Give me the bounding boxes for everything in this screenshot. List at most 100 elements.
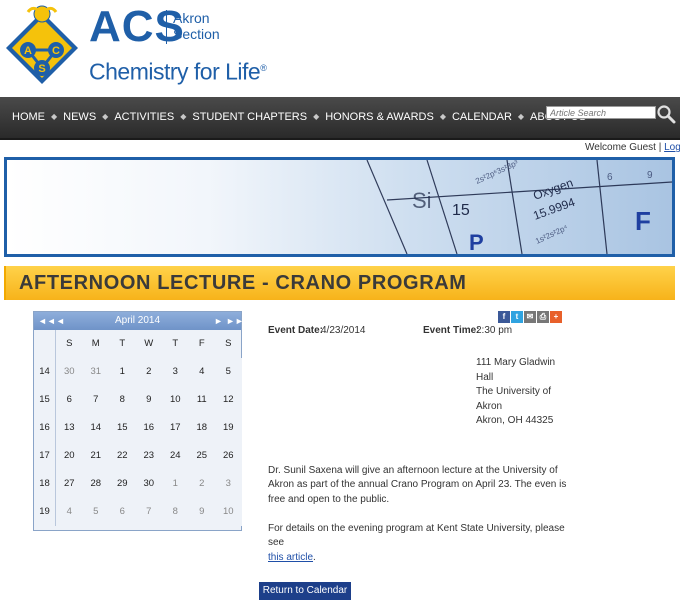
- twitter-icon[interactable]: t: [511, 311, 523, 323]
- calendar-day-selected[interactable]: 23: [135, 442, 162, 470]
- calendar-day[interactable]: 20: [56, 442, 83, 470]
- share-plus-icon[interactable]: +: [550, 311, 562, 323]
- calendar-day[interactable]: 7: [135, 498, 162, 526]
- day-header-saturday: S: [225, 338, 232, 349]
- email-icon[interactable]: ✉: [524, 311, 536, 323]
- calendar-day[interactable]: 30: [56, 358, 83, 386]
- this-article-link[interactable]: this article: [268, 552, 313, 563]
- week-number: 16: [34, 414, 56, 442]
- nav-item-student-chapters[interactable]: STUDENT CHAPTERS: [186, 97, 313, 137]
- calendar-day[interactable]: 10: [162, 386, 189, 414]
- nav-list: HOME ◆ NEWS ◆ ACTIVITIES ◆ STUDENT CHAPT…: [6, 97, 592, 137]
- nav-item-activities[interactable]: ACTIVITIES: [108, 97, 180, 137]
- calendar-day[interactable]: 26: [215, 442, 242, 470]
- emblem-letter-c: C: [52, 45, 60, 57]
- calendar-day[interactable]: 5: [215, 358, 242, 386]
- calendar-day[interactable]: 3: [215, 470, 242, 498]
- day-header-monday: M: [91, 338, 100, 349]
- page-title: AFTERNOON LECTURE - CRANO PROGRAM: [19, 272, 467, 294]
- acs-emblem-logo[interactable]: A C S: [4, 4, 80, 88]
- emblem-letter-s: S: [38, 63, 45, 75]
- calendar-day[interactable]: 25: [188, 442, 215, 470]
- return-to-calendar-button[interactable]: Return to Calendar: [259, 582, 351, 600]
- calendar-day[interactable]: 8: [109, 386, 136, 414]
- calendar-day[interactable]: 14: [82, 414, 109, 442]
- day-header-sunday: S: [66, 338, 73, 349]
- calendar-day[interactable]: 6: [56, 386, 83, 414]
- calendar-day[interactable]: 12: [215, 386, 242, 414]
- calendar-day[interactable]: 10: [215, 498, 242, 526]
- nav-item-news[interactable]: NEWS: [57, 97, 102, 137]
- week-number: 18: [34, 470, 56, 498]
- calendar-day[interactable]: 24: [162, 442, 189, 470]
- svg-text:1s²2s²2p⁴: 1s²2s²2p⁴: [534, 223, 570, 246]
- week-number: 15: [34, 386, 56, 414]
- banner-text-p: P: [469, 230, 484, 254]
- calendar-day[interactable]: 2: [188, 470, 215, 498]
- print-icon[interactable]: ⎙: [537, 311, 549, 323]
- calendar-day[interactable]: 9: [188, 498, 215, 526]
- emblem-letter-a: A: [24, 45, 32, 57]
- calendar-week-row: 19 4 5 6 7 8 9 10: [34, 498, 242, 526]
- calendar-day[interactable]: 27: [56, 470, 83, 498]
- calendar-day[interactable]: 13: [56, 414, 83, 442]
- calendar-day[interactable]: 4: [56, 498, 83, 526]
- calendar-month-label[interactable]: April 2014: [34, 313, 241, 329]
- event-date-label: Event Date:: [268, 325, 324, 336]
- calendar-day[interactable]: 30: [135, 470, 162, 498]
- calendar-day[interactable]: 22: [109, 442, 136, 470]
- calendar-day[interactable]: 3: [162, 358, 189, 386]
- page-title-bar: AFTERNOON LECTURE - CRANO PROGRAM: [4, 266, 675, 300]
- logo-tagline: Chemistry for Life®: [89, 54, 267, 86]
- address-line: 111 Mary Gladwin: [476, 357, 556, 368]
- banner-image: Si 15 Oxygen 15.9994 P F 2s²2p⁶3s²3p³ 1s…: [4, 157, 675, 257]
- event-details-note: For details on the evening program at Ke…: [268, 522, 573, 565]
- periodic-table-banner-graphic: Si 15 Oxygen 15.9994 P F 2s²2p⁶3s²3p³ 1s…: [366, 160, 672, 254]
- banner-text-si: Si: [412, 188, 432, 213]
- calendar-day[interactable]: 17: [162, 414, 189, 442]
- banner-text-f: F: [635, 206, 651, 236]
- nav-item-honors-awards[interactable]: HONORS & AWARDS: [319, 97, 440, 137]
- next-year-icon[interactable]: ►►: [226, 314, 244, 328]
- logo-acs-text[interactable]: ACS: [89, 2, 185, 52]
- calendar-day[interactable]: 6: [109, 498, 136, 526]
- registered-mark: ®: [260, 63, 267, 73]
- calendar-day[interactable]: 18: [188, 414, 215, 442]
- next-month-icon[interactable]: ►: [214, 314, 223, 328]
- calendar-grid: S M T W T F S 14 30 31 1 2 3 4 5 15 6 7 8 9 10 11 12 16 1…: [34, 330, 242, 526]
- search-icon[interactable]: [656, 104, 676, 124]
- calendar-day[interactable]: 21: [82, 442, 109, 470]
- calendar-week-row: 14 30 31 1 2 3 4 5: [34, 358, 242, 386]
- calendar-day[interactable]: 2: [135, 358, 162, 386]
- calendar-day[interactable]: 19: [215, 414, 242, 442]
- calendar-day[interactable]: 5: [82, 498, 109, 526]
- calendar-day[interactable]: 11: [188, 386, 215, 414]
- event-address: 111 Mary Gladwin Hall The University of …: [476, 356, 555, 429]
- calendar-day[interactable]: 8: [162, 498, 189, 526]
- calendar-week-row: 18 27 28 29 30 1 2 3: [34, 470, 242, 498]
- calendar-day[interactable]: 31: [82, 358, 109, 386]
- nav-item-calendar[interactable]: CALENDAR: [446, 97, 518, 137]
- address-line: Akron, OH 44325: [476, 415, 554, 427]
- logo-section-name: Akron: [173, 10, 210, 26]
- calendar-day[interactable]: 29: [109, 470, 136, 498]
- calendar-day[interactable]: 9: [135, 386, 162, 414]
- facebook-icon[interactable]: f: [498, 311, 510, 323]
- logo-divider: [166, 10, 167, 44]
- week-number: 19: [34, 498, 56, 526]
- welcome-bar: Welcome Guest | Log In: [585, 142, 680, 153]
- nav-item-home[interactable]: HOME: [6, 97, 51, 137]
- calendar-day[interactable]: 16: [135, 414, 162, 442]
- social-share-bar: f t ✉ ⎙ +: [498, 311, 562, 323]
- calendar-day[interactable]: 1: [109, 358, 136, 386]
- calendar-day[interactable]: 4: [188, 358, 215, 386]
- calendar-day[interactable]: 1: [162, 470, 189, 498]
- calendar-day[interactable]: 28: [82, 470, 109, 498]
- details-suffix: .: [313, 551, 316, 563]
- calendar-day[interactable]: 15: [109, 414, 136, 442]
- article-search-input[interactable]: [546, 106, 656, 119]
- event-date-value: 4/23/2014: [321, 325, 366, 336]
- login-link[interactable]: Log In: [664, 142, 680, 153]
- calendar-day[interactable]: 7: [82, 386, 109, 414]
- address-line: The University of: [476, 386, 552, 398]
